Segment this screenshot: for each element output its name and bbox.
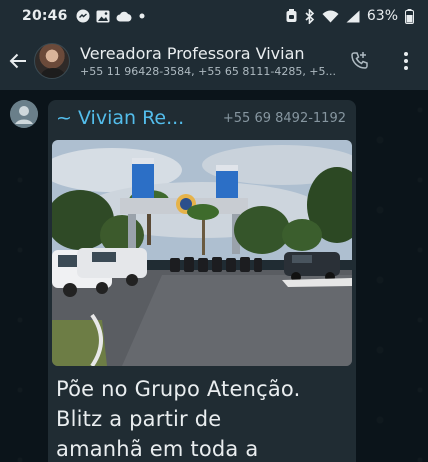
wifi-icon: [322, 10, 339, 23]
message-line-3: amanhã em toda a: [56, 437, 259, 461]
header-actions: [348, 32, 418, 90]
message-header: ~ Vivian Re... +55 69 8492-1192: [48, 100, 356, 136]
status-left-icons: [76, 9, 146, 23]
message-bubble[interactable]: ~ Vivian Re... +55 69 8492-1192 Põe no G…: [48, 100, 356, 462]
message-line-1: Põe no Grupo Atenção.: [56, 377, 301, 401]
add-call-icon[interactable]: [348, 49, 372, 73]
gallery-icon: [96, 10, 110, 23]
group-avatar[interactable]: [34, 43, 70, 79]
chat-title-area[interactable]: Vereadora Professora Vivian +55 11 96428…: [80, 43, 342, 80]
status-time: 20:46: [22, 8, 68, 24]
sender-name[interactable]: ~ Vivian Re...: [56, 107, 184, 129]
sender-phone: +55 69 8492-1192: [222, 110, 346, 126]
message-photo[interactable]: [52, 140, 352, 366]
message-text: Põe no Grupo Atenção. Blitz a partir de …: [56, 374, 352, 462]
battery-icon: [405, 8, 414, 24]
sender-avatar-icon[interactable]: [10, 100, 38, 128]
signal-icon: [346, 10, 360, 23]
facebook-messenger-icon: [76, 9, 90, 23]
dot-icon: [138, 12, 146, 20]
cloud-icon: [116, 11, 132, 22]
chat-header: Vereadora Professora Vivian +55 11 96428…: [0, 32, 428, 90]
chat-participants: +55 11 96428-3584, +55 65 8111-4285, +5.…: [80, 64, 337, 78]
battery-percentage: 63%: [366, 8, 398, 24]
back-arrow-icon[interactable]: [2, 32, 34, 90]
status-bar: 20:46 63%: [0, 0, 428, 32]
alarm-icon: [285, 9, 298, 23]
bluetooth-icon: [305, 8, 315, 24]
message-line-2: Blitz a partir de: [56, 407, 222, 431]
more-vert-icon[interactable]: [394, 49, 418, 73]
chat-title: Vereadora Professora Vivian: [80, 43, 305, 63]
status-right-icons: 63%: [285, 8, 414, 24]
chat-area[interactable]: ~ Vivian Re... +55 69 8492-1192 Põe no G…: [0, 90, 428, 462]
